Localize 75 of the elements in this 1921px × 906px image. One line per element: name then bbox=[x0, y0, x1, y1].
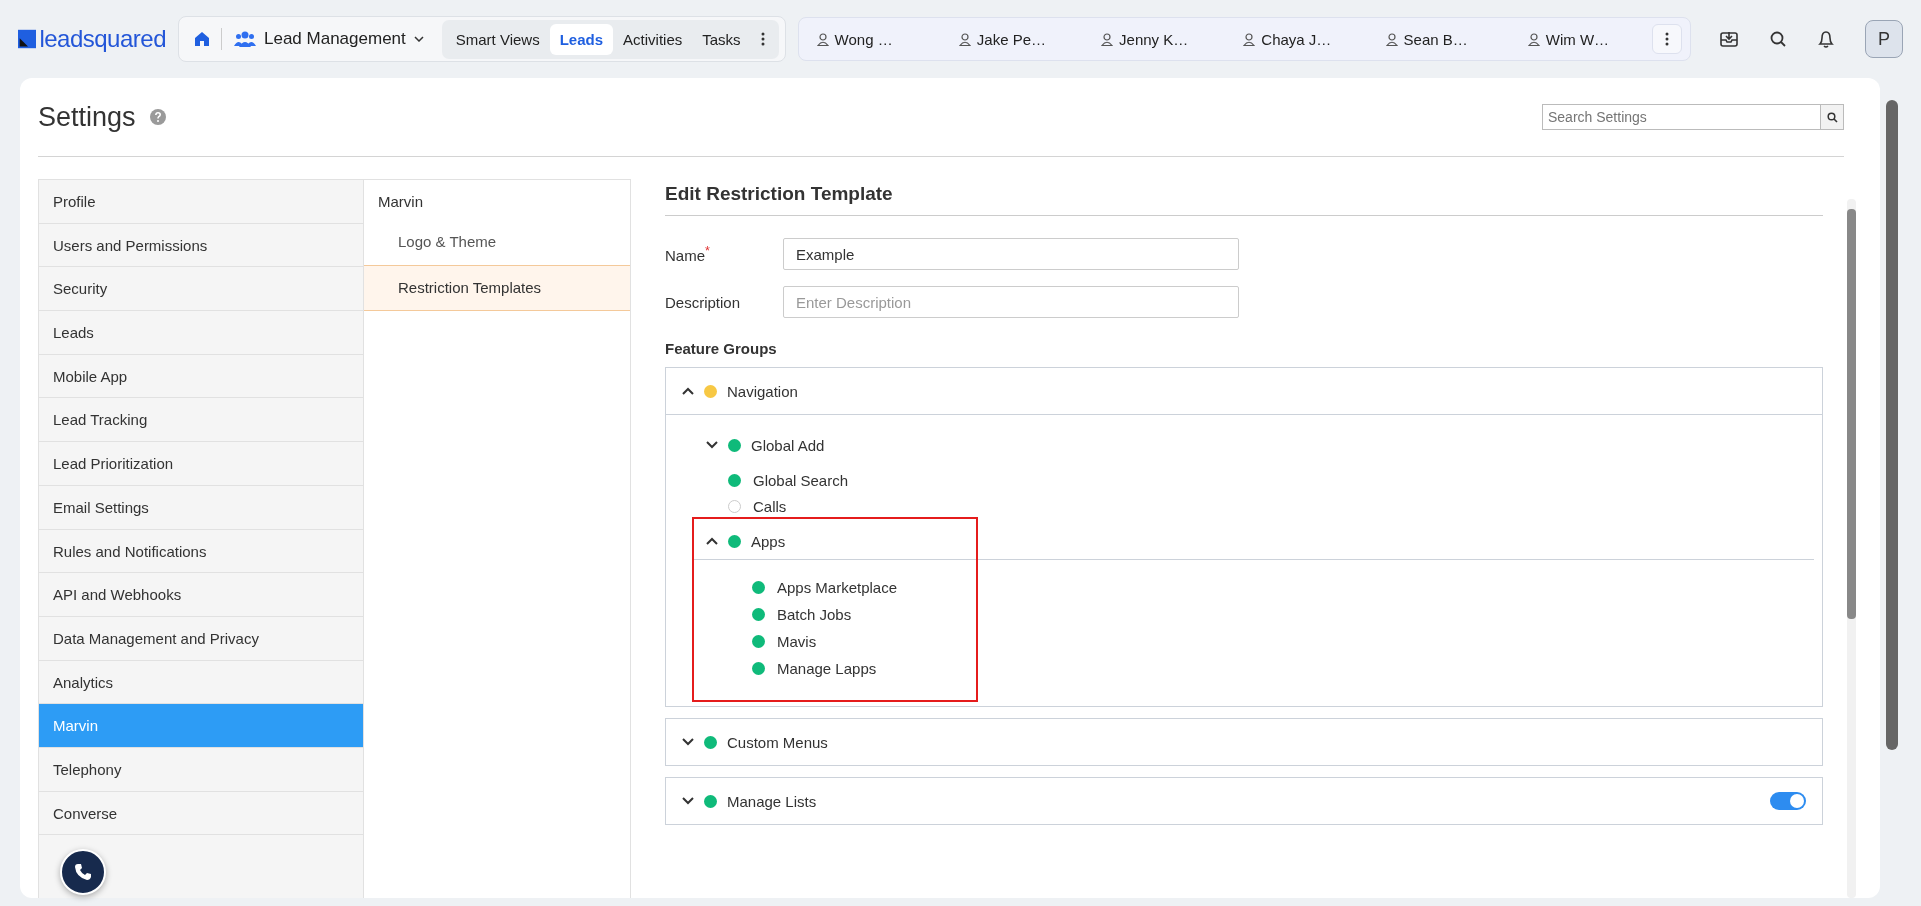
person-icon bbox=[1243, 32, 1256, 46]
settings-menu-item[interactable]: Rules and Notifications bbox=[39, 529, 363, 574]
nav-tab[interactable]: Leads bbox=[549, 23, 614, 55]
record-tab[interactable]: Chaya J… bbox=[1225, 29, 1368, 49]
feature-label: Mavis bbox=[777, 633, 817, 650]
editor-title: Edit Restriction Template bbox=[665, 179, 1823, 216]
help-icon[interactable] bbox=[149, 109, 166, 125]
field-label: Name bbox=[665, 247, 705, 264]
search-icon[interactable] bbox=[1769, 30, 1787, 48]
caret-icon bbox=[413, 36, 424, 42]
person-icon bbox=[816, 32, 829, 46]
record-tab[interactable]: Sean B… bbox=[1367, 29, 1510, 49]
home-icon[interactable] bbox=[193, 30, 211, 48]
person-icon bbox=[1385, 32, 1398, 46]
settings-menu-item[interactable]: Lead Tracking bbox=[39, 398, 363, 443]
nav-tab[interactable]: Smart Views bbox=[445, 23, 550, 55]
search-icon bbox=[1826, 111, 1838, 123]
page-title: Settings bbox=[38, 101, 136, 133]
search-field[interactable]: Search Settings bbox=[1542, 104, 1820, 130]
settings-menu-item[interactable]: Profile bbox=[39, 180, 363, 224]
person-icon bbox=[1101, 32, 1114, 46]
chevron-icon[interactable] bbox=[682, 387, 694, 395]
feature-label: Apps Marketplace bbox=[777, 579, 898, 596]
submenu-item[interactable]: Logo & Theme bbox=[364, 220, 630, 265]
more-icon bbox=[1665, 32, 1669, 46]
settings-menu-item[interactable]: Data Management and Privacy bbox=[39, 616, 363, 661]
person-icon bbox=[958, 32, 971, 46]
feature-label: Manage Lapps bbox=[777, 660, 877, 677]
module-dropdown[interactable]: Lead Management bbox=[232, 29, 432, 49]
bell-icon[interactable] bbox=[1817, 29, 1835, 49]
record-tab[interactable]: Wong … bbox=[798, 29, 941, 49]
submenu-item[interactable]: Restriction Templates bbox=[364, 265, 630, 311]
section-title: Feature Groups bbox=[665, 340, 778, 357]
logo-text: leadsquared bbox=[39, 25, 166, 53]
more-icon[interactable] bbox=[760, 32, 765, 46]
nav-tab[interactable]: Activities bbox=[613, 23, 693, 55]
feature-label: Global Add bbox=[751, 436, 825, 454]
chevron-icon[interactable] bbox=[706, 441, 718, 449]
phone-icon bbox=[74, 863, 92, 881]
record-tab[interactable]: Jenny K… bbox=[1083, 29, 1226, 49]
toggle-switch[interactable] bbox=[1770, 792, 1806, 810]
search-button[interactable] bbox=[1820, 104, 1844, 130]
feature-label: Apps bbox=[751, 532, 786, 550]
record-tab[interactable]: Jake Pe… bbox=[940, 29, 1084, 49]
person-icon bbox=[1527, 32, 1540, 46]
record-tab[interactable]: Wim W… bbox=[1509, 29, 1652, 49]
field-label: Description bbox=[665, 293, 741, 311]
feature-group-label: Navigation bbox=[727, 382, 799, 400]
settings-menu-item[interactable]: Security bbox=[39, 267, 363, 312]
inbox-icon[interactable] bbox=[1719, 29, 1739, 49]
avatar[interactable]: P bbox=[1865, 20, 1903, 58]
logo-icon bbox=[18, 28, 37, 50]
required-mark: * bbox=[705, 244, 710, 258]
submenu-title: Marvin bbox=[377, 192, 424, 212]
feature-label: Global Search bbox=[753, 471, 849, 489]
settings-menu-item[interactable]: Leads bbox=[39, 311, 363, 355]
settings-menu-item[interactable]: Mobile App bbox=[39, 354, 363, 399]
settings-menu-item[interactable]: Email Settings bbox=[39, 485, 363, 530]
input-field[interactable]: Enter Description bbox=[783, 286, 1239, 318]
settings-menu-item[interactable]: Users and Permissions bbox=[39, 223, 363, 268]
people-icon bbox=[234, 31, 256, 47]
settings-menu-item[interactable]: Telephony bbox=[39, 747, 363, 792]
settings-menu-item[interactable]: API and Webhooks bbox=[39, 573, 363, 617]
input-field[interactable]: Example bbox=[783, 238, 1239, 270]
feature-group-label: Custom Menus bbox=[727, 733, 829, 751]
scrollbar[interactable] bbox=[1847, 199, 1856, 898]
feature-label: Calls bbox=[753, 497, 787, 515]
settings-menu-item[interactable]: Lead Prioritization bbox=[39, 442, 363, 486]
feature-label: Batch Jobs bbox=[777, 606, 852, 623]
nav-tab[interactable]: Tasks bbox=[692, 23, 751, 55]
chevron-icon[interactable] bbox=[706, 537, 718, 545]
settings-menu-item[interactable]: Converse bbox=[39, 791, 363, 836]
chevron-icon[interactable] bbox=[682, 738, 694, 746]
feature-group-label: Manage Lists bbox=[727, 792, 818, 810]
chevron-icon[interactable] bbox=[682, 797, 694, 805]
